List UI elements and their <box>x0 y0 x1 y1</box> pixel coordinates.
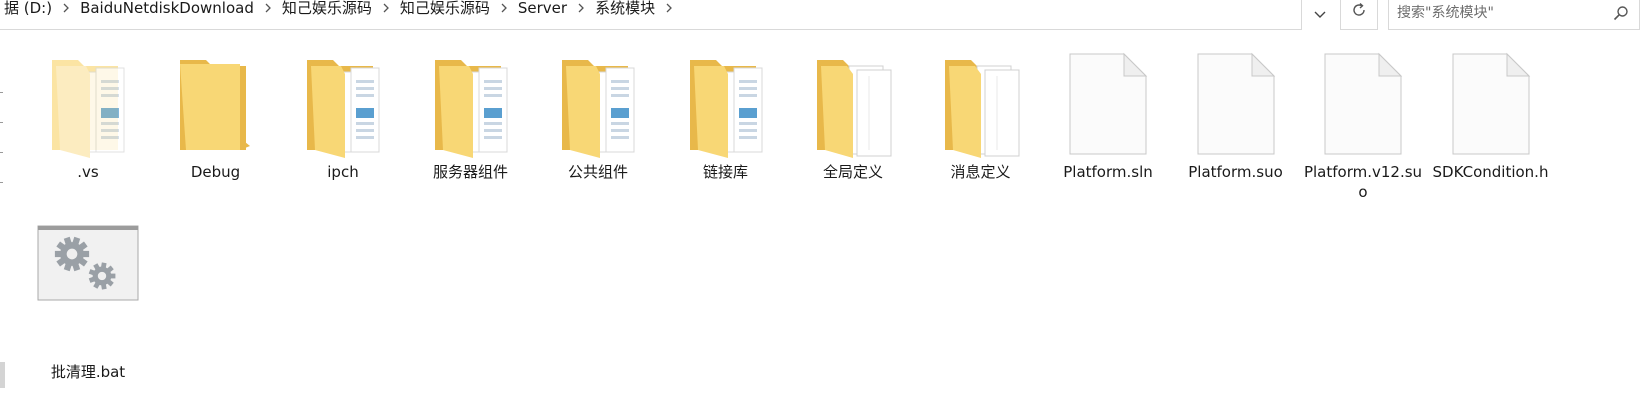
folder-icon <box>409 50 533 160</box>
magnifier-icon[interactable] <box>1613 5 1629 21</box>
file-item-label: .vs <box>77 163 99 181</box>
file-icon <box>1301 50 1425 160</box>
file-item-item-4[interactable]: 公共组件 <box>536 50 660 182</box>
file-item-label: 全局定义 <box>822 163 883 181</box>
breadcrumb-zhiji-2[interactable]: 知己娱乐源码 <box>397 0 493 18</box>
breadcrumb-server[interactable]: Server <box>515 0 570 17</box>
file-item-bat[interactable]: 批清理.bat <box>26 222 150 382</box>
file-item-label: 公共组件 <box>567 163 628 181</box>
file-item-sdkcondition-h[interactable]: SDKCondition.h <box>1429 50 1553 182</box>
chevron-right-icon[interactable] <box>55 3 77 13</box>
nav-tick <box>0 122 3 123</box>
folder-icon <box>919 50 1043 160</box>
address-bar[interactable]: 据 (D:) BaiduNetdiskDownload 知己娱乐源码 知己娱乐源… <box>0 0 1302 30</box>
navigation-pane-edge <box>0 32 6 414</box>
breadcrumb: 据 (D:) BaiduNetdiskDownload 知己娱乐源码 知己娱乐源… <box>1 0 680 20</box>
refresh-icon <box>1351 2 1367 22</box>
chevron-right-icon[interactable] <box>570 3 592 13</box>
address-history-dropdown[interactable] <box>1300 0 1340 27</box>
chevron-right-icon[interactable] <box>493 3 515 13</box>
file-item-debug[interactable]: Debug <box>154 50 278 182</box>
file-item-label: 链接库 <box>702 163 748 181</box>
file-item-platform-sln[interactable]: Platform.sln <box>1046 50 1170 182</box>
breadcrumb-baidunetdiskdownload[interactable]: BaiduNetdiskDownload <box>77 0 257 17</box>
folder-icon <box>664 50 788 160</box>
folder-icon <box>26 50 150 160</box>
refresh-button[interactable] <box>1340 0 1378 30</box>
file-item-label: Debug <box>190 163 241 181</box>
file-item-vs[interactable]: .vs <box>26 50 150 182</box>
folder-icon <box>536 50 660 160</box>
file-item-label: 消息定义 <box>950 163 1011 181</box>
file-item-label: Platform.sln <box>1063 163 1153 181</box>
file-item-label: SDKCondition.h <box>1432 163 1549 181</box>
chevron-right-icon[interactable] <box>257 3 279 13</box>
folder-icon <box>791 50 915 160</box>
file-icon <box>1429 50 1553 160</box>
file-item-item-7[interactable]: 消息定义 <box>919 50 1043 182</box>
chevron-right-icon[interactable] <box>375 3 397 13</box>
file-item-item-5[interactable]: 链接库 <box>664 50 788 182</box>
breadcrumb-zhiji-1[interactable]: 知己娱乐源码 <box>279 0 375 18</box>
file-icon <box>1174 50 1298 160</box>
breadcrumb-drive[interactable]: 据 (D:) <box>1 0 55 18</box>
folder-icon <box>281 50 405 160</box>
file-item-ipch[interactable]: ipch <box>281 50 405 182</box>
chevron-right-icon[interactable] <box>658 3 680 13</box>
nav-tick <box>0 92 3 93</box>
nav-tick <box>0 152 3 153</box>
file-icon <box>1046 50 1170 160</box>
file-item-label: Platform.suo <box>1188 163 1283 181</box>
chevron-down-icon <box>1314 4 1326 23</box>
file-item-platform-suo[interactable]: Platform.suo <box>1174 50 1298 182</box>
file-item-label: 批清理.bat <box>50 363 126 381</box>
folder-icon <box>154 50 278 160</box>
file-item-label: 服务器组件 <box>432 163 508 181</box>
file-item-item-3[interactable]: 服务器组件 <box>409 50 533 182</box>
breadcrumb-system-module[interactable]: 系统模块 <box>592 0 658 18</box>
file-item-label: Platform.v12.suo <box>1303 163 1423 201</box>
file-item-platform-v12-suo[interactable]: Platform.v12.suo <box>1301 50 1425 202</box>
file-item-label: ipch <box>327 163 359 181</box>
nav-tick <box>0 182 3 183</box>
nav-scrollbar-thumb[interactable] <box>0 362 5 388</box>
file-item-item-6[interactable]: 全局定义 <box>791 50 915 182</box>
search-input[interactable] <box>1397 2 1597 24</box>
batch-file-gears-icon <box>26 222 150 332</box>
search-box[interactable] <box>1388 0 1640 30</box>
address-toolbar: 据 (D:) BaiduNetdiskDownload 知己娱乐源码 知己娱乐源… <box>0 0 1646 32</box>
